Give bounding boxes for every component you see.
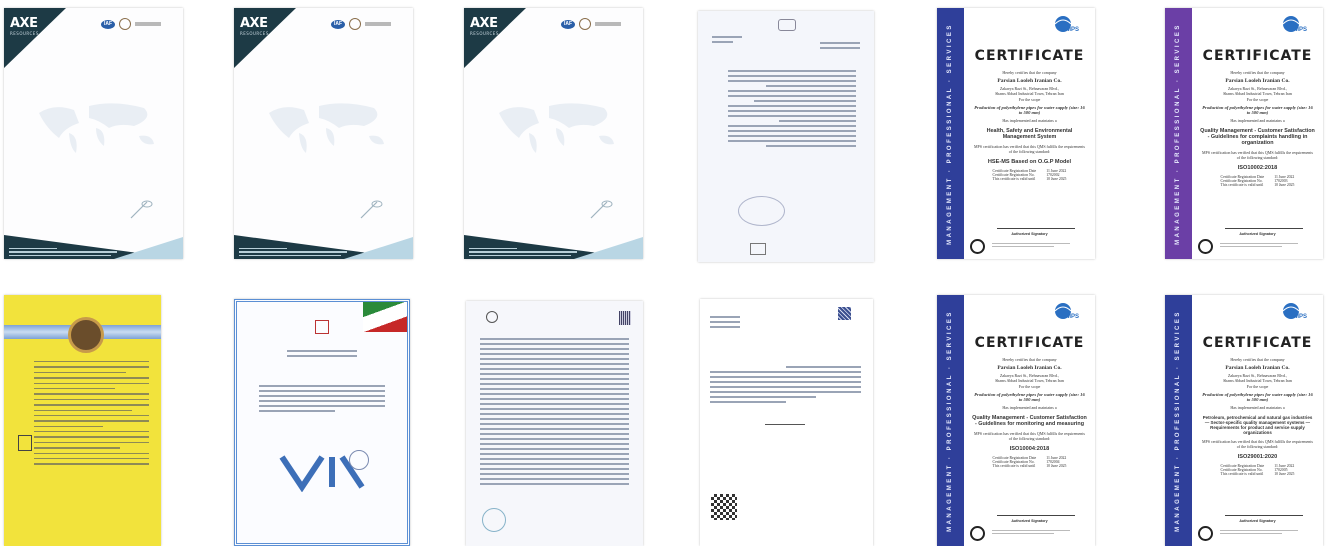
- signatory-label: Authorized Signatory: [1011, 232, 1048, 236]
- mps-logo: MPS: [1054, 16, 1079, 33]
- persian-award-certificate-thumbnail[interactable]: [234, 299, 410, 546]
- emblem-icon: [18, 435, 32, 451]
- letter-header-left: [710, 313, 740, 331]
- accreditation-badges: IAF: [101, 18, 161, 30]
- signature-line: [997, 228, 1075, 229]
- signatory-label: Authorized Signatory: [1011, 519, 1048, 523]
- badge-caption: [135, 22, 161, 26]
- persian-letter-qr-thumbnail[interactable]: [700, 299, 873, 546]
- mps-logo: MPS: [1282, 16, 1307, 33]
- axe-logo: AXE RESOURCES: [470, 16, 499, 36]
- certificate-iso10002-thumbnail[interactable]: MANAGEMENT · PROFESSIONAL · SERVICES MPS…: [1165, 8, 1323, 259]
- svg-text:MPS: MPS: [1066, 314, 1079, 320]
- letterhead-thumbnail-2[interactable]: AXE RESOURCES IAF: [234, 8, 413, 259]
- svg-text:MPS: MPS: [1294, 314, 1307, 320]
- stamp-icon: [970, 526, 985, 541]
- letterhead-thumbnail-1[interactable]: AXE RESOURCES IAF: [4, 8, 183, 259]
- form-rows: [480, 335, 629, 488]
- footer-contact: [469, 246, 589, 256]
- iaf-badge: IAF: [101, 19, 115, 29]
- axe-logo: AXE RESOURCES: [240, 16, 269, 36]
- certificate-iso10004-thumbnail[interactable]: MANAGEMENT · PROFESSIONAL · SERVICES MPS…: [937, 295, 1095, 546]
- certificate-fine-print: [992, 241, 1070, 249]
- stamp-icon: [970, 239, 985, 254]
- certificate-iso29001-thumbnail[interactable]: MANAGEMENT · PROFESSIONAL · SERVICES MPS…: [1165, 295, 1323, 546]
- stamp-seal: [738, 196, 785, 226]
- badge-caption: [595, 22, 621, 26]
- iaf-badge: IAF: [561, 19, 575, 29]
- certificate-body: Hereby certifies that the company Parsia…: [1202, 357, 1313, 476]
- certificate-text-lines: [34, 357, 149, 469]
- certificate-body: Hereby certifies that the company Parsia…: [972, 357, 1087, 468]
- signatory-label: Authorized Signatory: [1239, 232, 1276, 236]
- certificate-title: CERTIFICATE: [974, 335, 1085, 351]
- seal-icon: [579, 18, 591, 30]
- iaf-badge: IAF: [331, 19, 345, 29]
- axe-mark-icon: [590, 200, 613, 219]
- axe-mark-icon: [360, 200, 383, 219]
- persian-letter-thumbnail[interactable]: [698, 11, 874, 262]
- letter-header-right: [820, 39, 860, 52]
- seal-icon: [349, 18, 361, 30]
- mps-logo: MPS: [1282, 303, 1307, 320]
- world-map-watermark: [499, 103, 614, 153]
- certificate-hse-thumbnail[interactable]: MANAGEMENT · PROFESSIONAL · SERVICES MPS…: [937, 8, 1095, 259]
- certificate-title: CERTIFICATE: [1202, 48, 1313, 64]
- certificate-heading-lines: [287, 347, 357, 360]
- letter-body: [728, 67, 856, 150]
- seal-icon: [119, 18, 131, 30]
- letter-body: [710, 363, 861, 406]
- certificate-side-band: MANAGEMENT · PROFESSIONAL · SERVICES: [937, 8, 964, 259]
- emblem-icon: [315, 320, 329, 334]
- signature-line: [1225, 228, 1303, 229]
- svg-text:MPS: MPS: [1294, 27, 1307, 33]
- certificate-body-lines: [259, 382, 385, 415]
- qr-code-icon: [711, 494, 737, 520]
- letterhead-thumbnail-3[interactable]: AXE RESOURCES IAF: [464, 8, 643, 259]
- axe-logo: AXE RESOURCES: [10, 16, 39, 36]
- certificate-side-band: MANAGEMENT · PROFESSIONAL · SERVICES: [1165, 8, 1192, 259]
- yellow-certificate-thumbnail[interactable]: [4, 295, 161, 546]
- emblem-icon: [778, 19, 796, 31]
- certificate-title: CERTIFICATE: [974, 48, 1085, 64]
- certificate-fine-print: [1220, 241, 1298, 249]
- axe-mark-icon: [130, 200, 153, 219]
- certificate-body: Hereby certifies that the company Parsia…: [974, 70, 1085, 181]
- logo-icon: [486, 311, 498, 323]
- stamp-icon: [482, 508, 506, 532]
- certificate-body: Hereby certifies that the company Parsia…: [1200, 70, 1315, 187]
- signatory-label: Authorized Signatory: [1239, 519, 1276, 523]
- barcode-icon: [750, 243, 766, 255]
- stamp-icon: [349, 450, 369, 470]
- signature-line: [997, 515, 1075, 516]
- footer-contact: [239, 246, 359, 256]
- certificate-fine-print: [1220, 528, 1298, 536]
- logo-icon: [838, 307, 851, 320]
- signature-line: [1225, 515, 1303, 516]
- mps-logo: MPS: [1054, 303, 1079, 320]
- certificate-fine-print: [992, 528, 1070, 536]
- qr-code-icon: [619, 311, 631, 325]
- accreditation-badges: IAF: [331, 18, 391, 30]
- footer-contact: [9, 246, 129, 256]
- signature-icon: [765, 404, 805, 425]
- badge-caption: [365, 22, 391, 26]
- certificate-side-band: MANAGEMENT · PROFESSIONAL · SERVICES: [1165, 295, 1192, 546]
- certificate-title: CERTIFICATE: [1202, 335, 1313, 351]
- world-map-watermark: [39, 103, 154, 153]
- persian-form-thumbnail[interactable]: [466, 301, 643, 546]
- stamp-icon: [1198, 526, 1213, 541]
- iran-flag: [363, 302, 407, 332]
- certificate-side-band: MANAGEMENT · PROFESSIONAL · SERVICES: [937, 295, 964, 546]
- accreditation-badges: IAF: [561, 18, 621, 30]
- svg-text:MPS: MPS: [1066, 27, 1079, 33]
- seal-icon: [68, 317, 104, 353]
- letter-header-left: [712, 33, 742, 46]
- stamp-icon: [1198, 239, 1213, 254]
- world-map-watermark: [269, 103, 384, 153]
